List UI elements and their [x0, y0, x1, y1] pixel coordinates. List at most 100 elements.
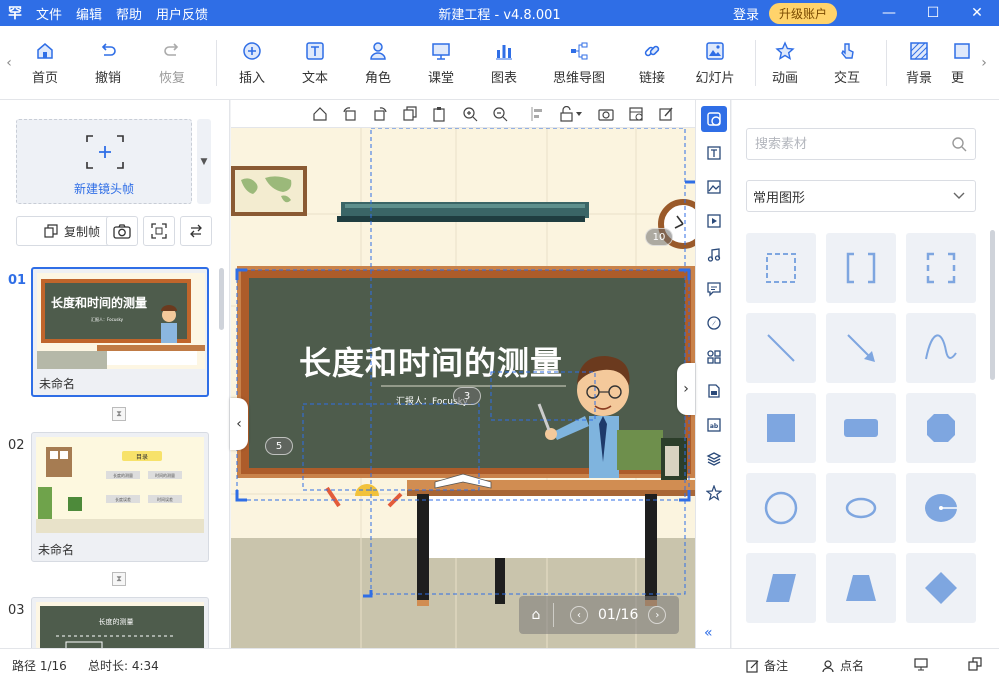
- rotate-right-icon[interactable]: [369, 103, 391, 125]
- zoom-out-icon[interactable]: [489, 103, 511, 125]
- path-badge[interactable]: 3: [453, 387, 481, 405]
- home-nav-icon[interactable]: ⌂: [519, 607, 553, 623]
- tool-link[interactable]: 链接: [619, 33, 685, 93]
- rotate-left-icon[interactable]: [339, 103, 361, 125]
- search-icon[interactable]: [951, 136, 967, 152]
- diamond-shape[interactable]: [906, 553, 976, 623]
- tool-interact[interactable]: 交互: [814, 33, 880, 93]
- home-view-icon[interactable]: [309, 103, 331, 125]
- image-category-icon[interactable]: [701, 174, 727, 200]
- path-badge[interactable]: 5: [265, 437, 293, 455]
- record-icon[interactable]: [625, 103, 647, 125]
- tool-background[interactable]: 背景: [887, 33, 951, 93]
- shapes-category-icon[interactable]: [701, 106, 727, 132]
- tool-redo[interactable]: 恢复: [144, 33, 200, 93]
- menu-edit[interactable]: 编辑: [76, 4, 102, 23]
- rollcall-button[interactable]: 点名: [822, 657, 864, 674]
- present-icon[interactable]: [914, 657, 928, 671]
- comment-category-icon[interactable]: [701, 276, 727, 302]
- close-icon[interactable]: ✕: [955, 5, 999, 21]
- tool-chart[interactable]: 图表: [469, 33, 539, 93]
- frame-capture-button[interactable]: [143, 216, 175, 246]
- notes-button[interactable]: 备注: [746, 657, 788, 674]
- slide-thumbnail-2[interactable]: 目录 长度的测量 时间的测量 长度误差 时间误差 未命名: [31, 432, 209, 562]
- music-category-icon[interactable]: [701, 242, 727, 268]
- status-bar: 路径 1/16 总时长: 4:34 备注 点名: [0, 648, 999, 676]
- effects-category-icon[interactable]: [701, 480, 727, 506]
- camera-button[interactable]: [106, 216, 138, 246]
- screenshot-icon[interactable]: [595, 103, 617, 125]
- compass-category-icon[interactable]: [701, 310, 727, 336]
- slide-pager: ⌂ ‹ 01/16 ›: [519, 596, 679, 634]
- menu-file[interactable]: 文件: [36, 4, 62, 23]
- expand-right-icon[interactable]: ›: [677, 363, 695, 415]
- path-badge[interactable]: 10: [645, 228, 673, 246]
- swap-button[interactable]: [180, 216, 212, 246]
- maximize-icon[interactable]: ☐: [911, 5, 955, 21]
- material-scrollbar[interactable]: [990, 230, 995, 380]
- dashed-square-shape[interactable]: [746, 233, 816, 303]
- zoom-in-icon[interactable]: [459, 103, 481, 125]
- category-select[interactable]: 常用图形: [746, 180, 976, 212]
- tool-animation[interactable]: 动画: [756, 33, 814, 93]
- upgrade-button[interactable]: 升级账户: [768, 2, 837, 24]
- new-frame-dropdown-icon[interactable]: ▼: [197, 119, 211, 204]
- tool-mindmap[interactable]: 思维导图: [539, 33, 619, 93]
- tool-text[interactable]: 文本: [287, 33, 343, 93]
- ellipse-shape[interactable]: [826, 473, 896, 543]
- align-icon[interactable]: [527, 103, 549, 125]
- transition-icon[interactable]: ⧗: [112, 572, 126, 586]
- corner-bracket-shape[interactable]: [906, 233, 976, 303]
- slide-thumbnail-1[interactable]: 长度和时间的测量 汇报人：Focusky 未命名: [31, 267, 209, 397]
- circle-shape[interactable]: [746, 473, 816, 543]
- ribbon-toolbar: ‹ 首页 撤销 恢复 插入 文本 角色 课堂 图表 思维导图 链接 幻灯片 动画…: [0, 26, 999, 100]
- curve-shape[interactable]: [906, 313, 976, 383]
- slide-canvas[interactable]: 长度和时间的测量 汇报人：Focusky 10 3 5: [231, 128, 695, 648]
- video-category-icon[interactable]: [701, 208, 727, 234]
- collapse-left-panel-icon[interactable]: ‹: [230, 398, 248, 450]
- layers-category-icon[interactable]: [701, 446, 727, 472]
- collapse-right-panel-icon[interactable]: «: [704, 625, 713, 641]
- lock-icon[interactable]: [557, 103, 587, 125]
- new-frame-button[interactable]: 新建镜头帧: [16, 119, 192, 204]
- tool-home[interactable]: 首页: [18, 33, 72, 93]
- tool-classroom[interactable]: 课堂: [413, 33, 469, 93]
- tool-more[interactable]: 更: [951, 33, 973, 93]
- slide-1-preview: 长度和时间的测量 汇报人：Focusky: [37, 273, 205, 369]
- fullscreen-icon[interactable]: [968, 657, 982, 671]
- pie-shape[interactable]: [906, 473, 976, 543]
- arrow-line-shape[interactable]: [826, 313, 896, 383]
- widgets-category-icon[interactable]: [701, 344, 727, 370]
- parallelogram-shape[interactable]: [746, 553, 816, 623]
- copy-element-icon[interactable]: [399, 103, 421, 125]
- tool-undo[interactable]: 撤销: [72, 33, 144, 93]
- document-category-icon[interactable]: [701, 378, 727, 404]
- ribbon-scroll-left-icon[interactable]: ‹: [0, 55, 18, 71]
- paste-icon[interactable]: [429, 103, 451, 125]
- trapezoid-shape[interactable]: [826, 553, 896, 623]
- slide-title[interactable]: 长度和时间的测量: [281, 338, 581, 384]
- login-link[interactable]: 登录: [733, 4, 759, 23]
- transition-icon[interactable]: ⧗: [112, 407, 126, 421]
- slide-thumbnail-3[interactable]: 长度的测量: [31, 597, 209, 648]
- next-slide-icon[interactable]: ›: [648, 606, 667, 624]
- copy-icon: [44, 224, 58, 238]
- formula-category-icon[interactable]: ab: [701, 412, 727, 438]
- rounded-rect-shape[interactable]: [826, 393, 896, 463]
- text-frame-category-icon[interactable]: [701, 140, 727, 166]
- line-shape[interactable]: [746, 313, 816, 383]
- tool-slide[interactable]: 幻灯片: [685, 33, 745, 93]
- tool-insert[interactable]: 插入: [217, 33, 287, 93]
- prev-slide-icon[interactable]: ‹: [570, 606, 588, 624]
- material-search-input[interactable]: [747, 129, 937, 159]
- menu-feedback[interactable]: 用户反馈: [156, 4, 208, 23]
- slides-scrollbar[interactable]: [219, 268, 224, 330]
- ribbon-scroll-right-icon[interactable]: ›: [975, 55, 993, 71]
- square-shape[interactable]: [746, 393, 816, 463]
- menu-help[interactable]: 帮助: [116, 4, 142, 23]
- minimize-icon[interactable]: —: [867, 5, 911, 21]
- bracket-shape[interactable]: [826, 233, 896, 303]
- octagon-shape[interactable]: [906, 393, 976, 463]
- tool-character[interactable]: 角色: [343, 33, 413, 93]
- edit-icon[interactable]: [655, 103, 677, 125]
